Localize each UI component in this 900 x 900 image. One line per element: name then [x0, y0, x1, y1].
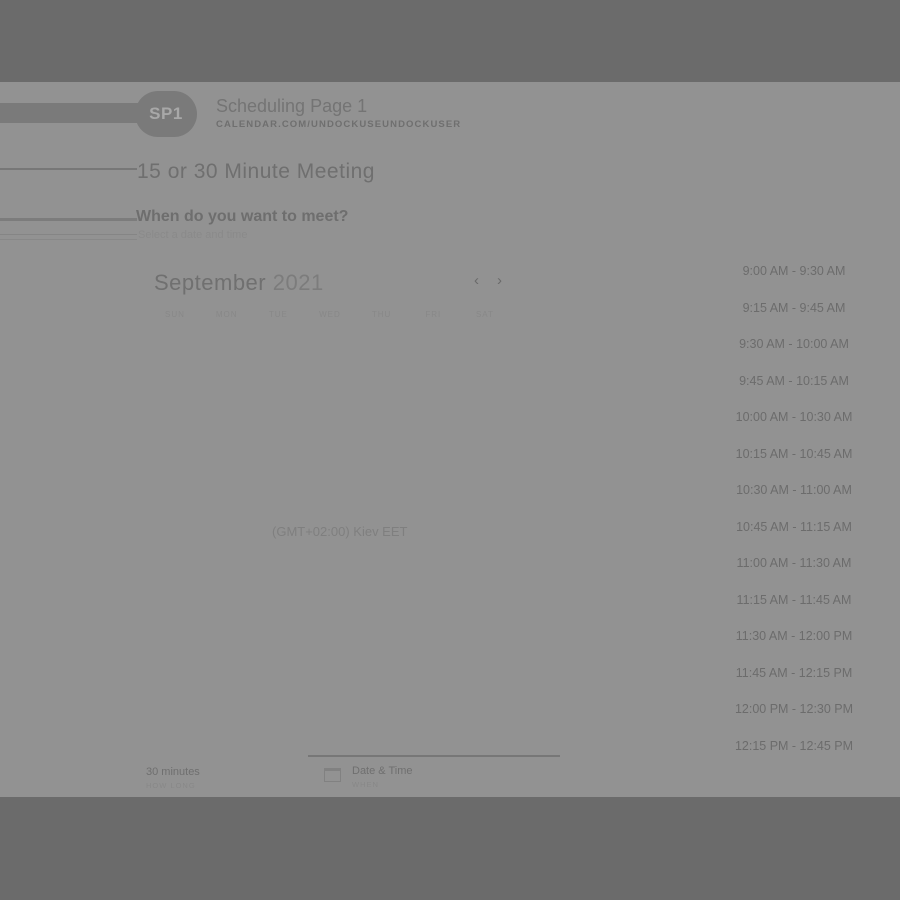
month-label: September 2021 [154, 270, 324, 296]
duration-caption: HOW LONG [146, 781, 196, 790]
step-divider [308, 755, 560, 757]
datetime-label: Date & Time [352, 765, 413, 777]
time-slot[interactable]: 10:30 AM - 11:00 AM [708, 472, 880, 509]
calendar-icon [324, 768, 341, 782]
duration-label: 30 minutes [146, 766, 200, 778]
weekday-label: MON [215, 310, 238, 319]
sidebar-divider [0, 234, 137, 235]
time-slot[interactable]: 9:45 AM - 10:15 AM [708, 363, 880, 400]
weekday-label: TUE [268, 310, 288, 319]
page-url[interactable]: CALENDAR.COM/UNDOCKUSEUNDOCKUSER [216, 119, 461, 130]
time-slot-list: 9:00 AM - 9:30 AM 9:15 AM - 9:45 AM 9:30… [708, 253, 880, 764]
weekday-label: THU [371, 310, 392, 319]
time-slot[interactable]: 10:45 AM - 11:15 AM [708, 509, 880, 546]
month-name: September [154, 270, 267, 295]
time-slot[interactable]: 11:15 AM - 11:45 AM [708, 582, 880, 619]
weekday-header: SUN MON TUE WED THU FRI SAT [160, 310, 500, 319]
sidebar-divider [0, 218, 137, 221]
chevron-right-icon[interactable]: › [497, 272, 502, 289]
time-slot[interactable]: 12:00 PM - 12:30 PM [708, 691, 880, 728]
timezone-selector[interactable]: (GMT+02:00) Kiev EET [272, 524, 407, 539]
datetime-caption: WHEN [352, 780, 379, 789]
when-heading: When do you want to meet? [136, 208, 349, 225]
time-slot[interactable]: 9:30 AM - 10:00 AM [708, 326, 880, 363]
scheduling-page: SP1 Scheduling Page 1 CALENDAR.COM/UNDOC… [0, 82, 900, 797]
weekday-label: WED [319, 310, 341, 319]
sidebar-pill [0, 103, 148, 123]
time-slot[interactable]: 11:00 AM - 11:30 AM [708, 545, 880, 582]
time-slot[interactable]: 10:00 AM - 10:30 AM [708, 399, 880, 436]
time-slot[interactable]: 9:00 AM - 9:30 AM [708, 253, 880, 290]
weekday-label: SUN [165, 310, 185, 319]
sidebar-divider [0, 239, 137, 240]
avatar: SP1 [135, 91, 197, 137]
time-slot[interactable]: 10:15 AM - 10:45 AM [708, 436, 880, 473]
page-title: Scheduling Page 1 [216, 96, 368, 116]
sidebar-divider [0, 168, 137, 170]
weekday-label: FRI [425, 310, 442, 319]
time-slot[interactable]: 11:45 AM - 12:15 PM [708, 655, 880, 692]
time-slot[interactable]: 12:15 PM - 12:45 PM [708, 728, 880, 765]
time-slot[interactable]: 9:15 AM - 9:45 AM [708, 290, 880, 327]
time-slot[interactable]: 11:30 AM - 12:00 PM [708, 618, 880, 655]
meeting-title: 15 or 30 Minute Meeting [137, 160, 375, 183]
month-year: 2021 [272, 270, 324, 295]
weekday-label: SAT [475, 310, 494, 319]
chevron-left-icon[interactable]: ‹ [474, 272, 479, 289]
when-subtitle: Select a date and time [138, 229, 248, 241]
